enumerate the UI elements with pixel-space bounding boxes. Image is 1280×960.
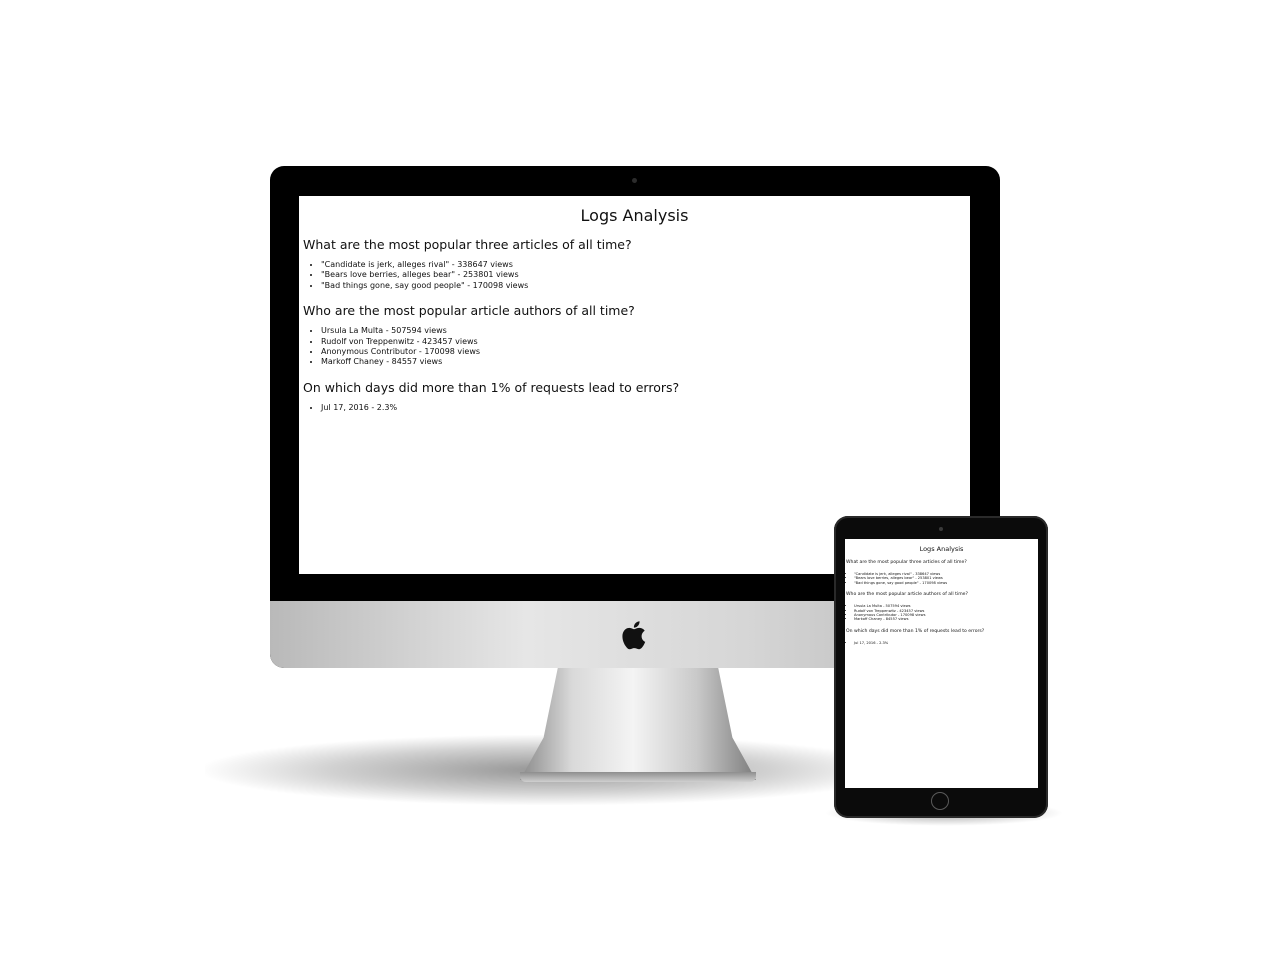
section-heading-authors: Who are the most popular article authors… — [846, 592, 968, 598]
articles-list: "Candidate is jerk, alleges rival" - 338… — [845, 572, 1038, 585]
articles-list: "Candidate is jerk, alleges rival" - 338… — [299, 260, 970, 291]
home-button-icon[interactable] — [931, 792, 949, 810]
tablet-screen: Logs Analysis What are the most popular … — [845, 539, 1038, 788]
section-heading-errors: On which days did more than 1% of reques… — [303, 379, 680, 395]
list-item: Markoff Chaney - 84557 views — [854, 617, 1038, 621]
list-item: Jul 17, 2016 - 2.3% — [321, 403, 970, 413]
list-item: Jul 17, 2016 - 2.3% — [854, 641, 1038, 645]
list-item: "Candidate is jerk, alleges rival" - 338… — [321, 260, 970, 270]
imac-stand — [520, 668, 756, 780]
list-item: "Bears love berries, alleges bear" - 253… — [321, 270, 970, 280]
list-item: Markoff Chaney - 84557 views — [321, 357, 970, 367]
list-item: Anonymous Contributor - 170098 views — [321, 347, 970, 357]
page-title: Logs Analysis — [919, 545, 964, 553]
list-item: "Bad things gone, say good people" - 170… — [854, 581, 1038, 585]
section-heading-articles: What are the most popular three articles… — [303, 237, 632, 252]
authors-list: Ursula La Multa - 507594 views Rudolf vo… — [845, 604, 1038, 622]
apple-logo-icon — [622, 621, 646, 650]
section-heading-authors: Who are the most popular article authors… — [303, 303, 635, 319]
authors-list: Ursula La Multa - 507594 views Rudolf vo… — [299, 326, 970, 368]
camera-icon — [632, 178, 637, 183]
section-heading-errors: On which days did more than 1% of reques… — [846, 628, 985, 634]
camera-icon — [939, 527, 943, 531]
list-item: "Bad things gone, say good people" - 170… — [321, 281, 970, 291]
imac-stand-base — [520, 772, 756, 782]
list-item: Ursula La Multa - 507594 views — [321, 326, 970, 336]
errors-list: Jul 17, 2016 - 2.3% — [845, 641, 1038, 645]
page-title: Logs Analysis — [580, 206, 689, 225]
list-item: Rudolf von Treppenwitz - 423457 views — [321, 337, 970, 347]
errors-list: Jul 17, 2016 - 2.3% — [299, 403, 970, 413]
section-heading-articles: What are the most popular three articles… — [846, 560, 967, 565]
